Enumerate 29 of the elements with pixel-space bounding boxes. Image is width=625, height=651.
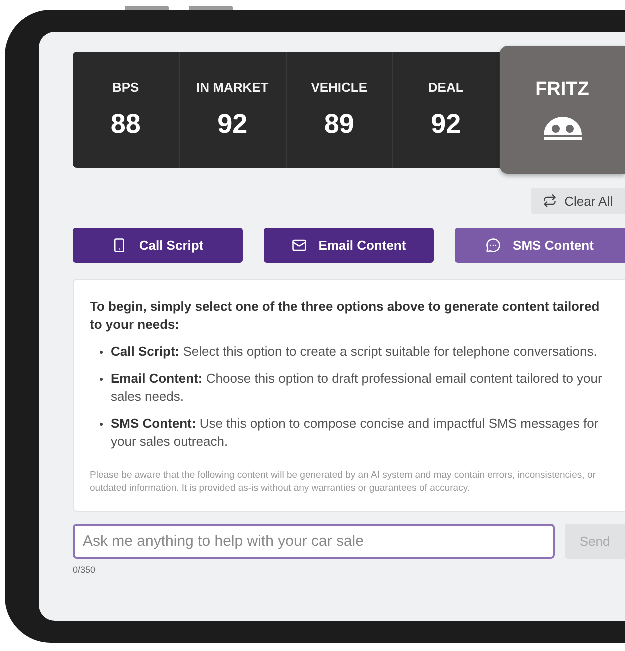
robot-head-icon — [542, 115, 584, 141]
score-value: 89 — [324, 109, 354, 140]
option-description: Email Content: Choose this option to draft professional email content tailored to your sales needs. — [111, 370, 604, 406]
assistant-card[interactable]: FRITZ — [500, 46, 625, 174]
question-input-field[interactable]: Ask me anything to help with your car sale — [73, 524, 555, 559]
score-label: BPS — [112, 80, 140, 95]
clear-all-button[interactable]: Clear All — [530, 188, 625, 214]
disclaimer-text: Please be aware that the following content will be generated by an AI system and may contain errors, inconsistencies, or outdated information. It is provided as-is without any warranties or guarantees of accuracy. — [90, 469, 597, 495]
score-value: 88 — [110, 109, 141, 140]
mode-button[interactable]: Call Script — [73, 228, 243, 263]
score-value: 92 — [218, 109, 248, 140]
bullet — [100, 351, 103, 354]
mode-button[interactable]: Email Content — [264, 228, 434, 263]
score-label: IN MARKET — [196, 80, 269, 95]
character-counter: 0/350 — [73, 565, 96, 575]
chat-bubble-icon — [486, 238, 502, 253]
phone-icon — [112, 238, 128, 253]
option-description: Call Script: Select this option to create a script suitable for telephone conversations. — [111, 343, 598, 361]
repeat-icon — [542, 194, 557, 208]
score-label: DEAL — [428, 80, 464, 95]
envelope-icon — [292, 238, 307, 253]
score-label: VEHICLE — [311, 80, 368, 95]
option-description: SMS Content: Use this option to compose concise and impactful SMS messages for your sales outreach. — [111, 415, 600, 451]
assistant-label: FRITZ — [536, 79, 590, 101]
score-value: 92 — [431, 109, 462, 140]
bullet — [100, 378, 103, 381]
intro-text: To begin, simply select one of the three options above to generate content tailored to your needs: — [90, 298, 601, 334]
bullet — [100, 423, 103, 426]
mode-button[interactable]: SMS Content — [455, 228, 625, 263]
